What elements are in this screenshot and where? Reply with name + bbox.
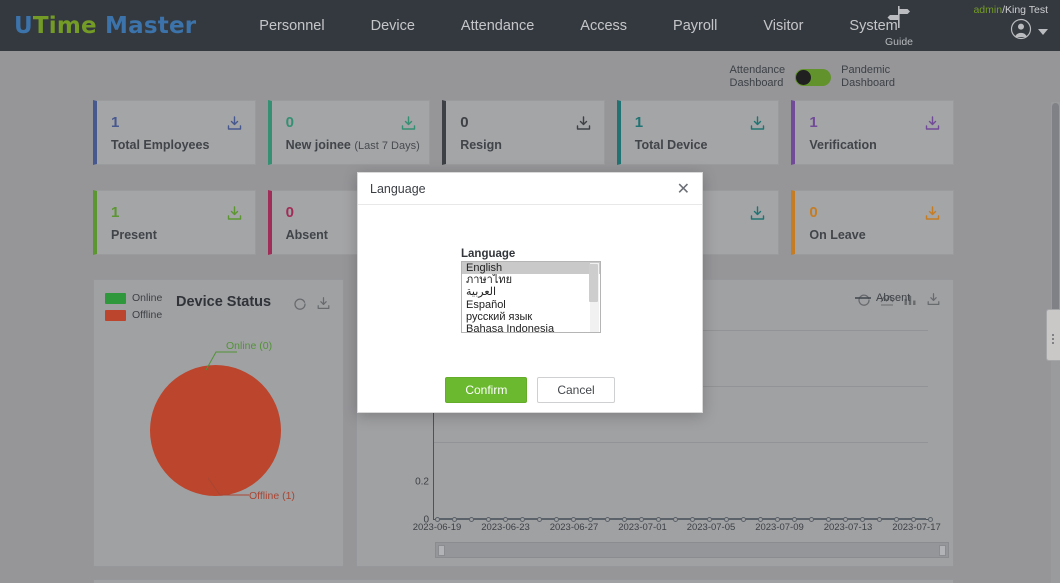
language-option[interactable]: ภาษาไทย <box>462 274 600 286</box>
language-option[interactable]: Bahasa Indonesia <box>462 323 600 333</box>
app-root: UTime Master Personnel Device Attendance… <box>0 0 1060 583</box>
language-dialog: Language ✕ Language Englishภาษาไทยالعربي… <box>357 172 703 413</box>
listbox-scrollbar-thumb[interactable] <box>589 264 598 302</box>
language-option[interactable]: русский язык <box>462 311 600 323</box>
language-option[interactable]: العربية <box>462 286 600 298</box>
dialog-footer: Confirm Cancel <box>358 368 702 412</box>
language-listbox[interactable]: EnglishภาษาไทยالعربيةEspañolрусский язык… <box>461 261 601 333</box>
dialog-title: Language <box>370 182 426 196</box>
cancel-button[interactable]: Cancel <box>537 377 614 403</box>
confirm-button[interactable]: Confirm <box>445 377 527 403</box>
dialog-body: Language EnglishภาษาไทยالعربيةEspañolрус… <box>358 205 702 370</box>
close-icon[interactable]: ✕ <box>677 181 690 197</box>
language-option[interactable]: English <box>462 262 600 274</box>
language-option[interactable]: Español <box>462 299 600 311</box>
dialog-header: Language ✕ <box>358 173 702 205</box>
listbox-scrollbar[interactable] <box>590 263 599 333</box>
language-field-label: Language <box>461 248 515 260</box>
